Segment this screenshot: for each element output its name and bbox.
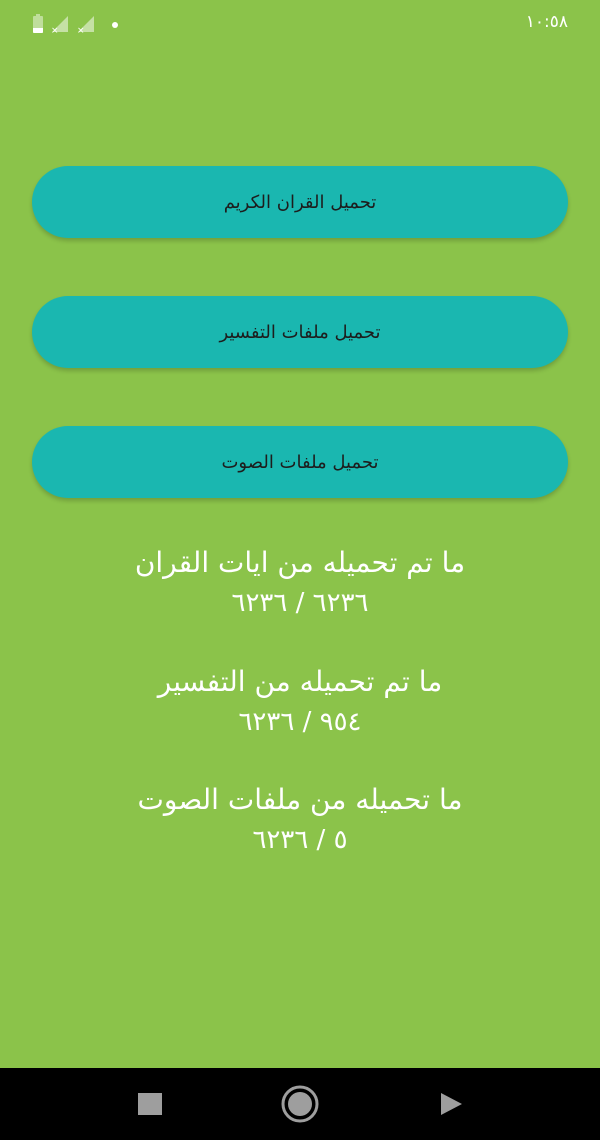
triangle-back-icon: [441, 1093, 462, 1115]
audio-progress: ما تحميله من ملفات الصوت ٥ / ٦٢٣٦: [0, 780, 600, 860]
status-time: ١٠:٥٨: [525, 12, 568, 32]
svg-text:×: ×: [77, 26, 85, 34]
circle-home-icon: [281, 1085, 319, 1123]
quran-progress-count: ٦٢٣٦ / ٦٢٣٦: [231, 588, 369, 618]
signal-off-icon: ×: [76, 14, 96, 34]
signal-off-icon: ×: [50, 14, 70, 34]
tafsir-progress-label: ما تم تحميله من التفسير: [157, 665, 443, 698]
status-bar: × × ١٠:٥٨: [0, 0, 600, 46]
back-button[interactable]: [411, 1068, 491, 1140]
battery-icon: [32, 14, 44, 34]
notification-dot-icon: [112, 22, 118, 28]
quran-progress-label: ما تم تحميله من ايات القران: [134, 546, 466, 579]
recents-button[interactable]: [110, 1068, 190, 1140]
quran-progress: ما تم تحميله من ايات القران ٦٢٣٦ / ٦٢٣٦: [0, 543, 600, 623]
home-button[interactable]: [260, 1068, 340, 1140]
tafsir-progress-count: ٩٥٤ / ٦٢٣٦: [238, 707, 362, 737]
audio-progress-label: ما تحميله من ملفات الصوت: [137, 783, 463, 816]
square-recents-icon: [138, 1093, 162, 1115]
status-icons: × ×: [32, 12, 118, 34]
download-tafsir-button[interactable]: تحميل ملفات التفسير: [32, 296, 568, 368]
svg-text:×: ×: [51, 26, 59, 34]
download-audio-button[interactable]: تحميل ملفات الصوت: [32, 426, 568, 498]
navigation-bar: [0, 1068, 600, 1140]
tafsir-progress: ما تم تحميله من التفسير ٩٥٤ / ٦٢٣٦: [0, 662, 600, 742]
audio-progress-count: ٥ / ٦٢٣٦: [252, 825, 348, 855]
download-quran-button[interactable]: تحميل القران الكريم: [32, 166, 568, 238]
